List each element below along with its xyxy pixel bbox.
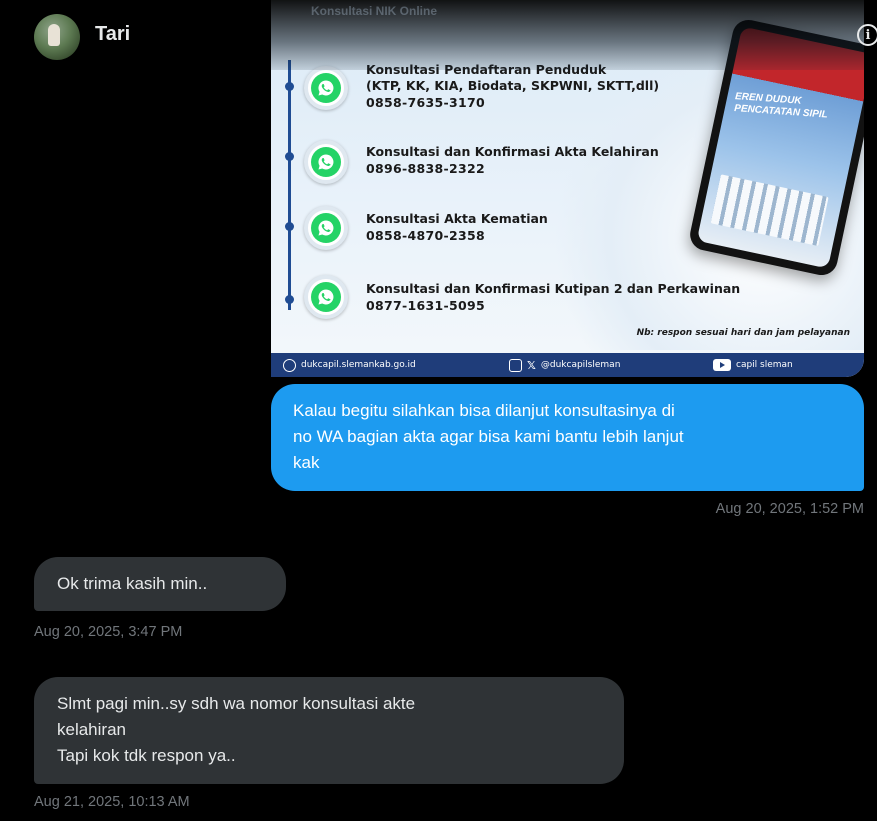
message-timestamp: Aug 20, 2025, 3:47 PM: [34, 624, 183, 640]
info-icon[interactable]: i: [857, 24, 877, 46]
whatsapp-icon: [304, 140, 348, 184]
youtube-icon: [713, 359, 731, 371]
x-logo-icon: 𝕏: [527, 358, 536, 372]
message-bubble-incoming[interactable]: Ok trima kasih min..: [34, 557, 286, 611]
avatar[interactable]: [34, 14, 80, 60]
service-item-4: Konsultasi dan Konfirmasi Kutipan 2 dan …: [366, 281, 741, 313]
message-bubble-outgoing[interactable]: Kalau begitu silahkan bisa dilanjut kons…: [271, 384, 864, 491]
poster-social-handle: @dukcapilsleman: [540, 360, 621, 370]
poster-website: dukcapil.slemankab.go.id: [301, 360, 416, 370]
poster-youtube-channel: capil sleman: [736, 360, 793, 370]
whatsapp-icon: [304, 66, 348, 110]
message-timestamp: Aug 21, 2025, 10:13 AM: [34, 794, 190, 810]
whatsapp-icon: [304, 206, 348, 250]
poster-footer: dukcapil.slemankab.go.id 𝕏 @dukcapilslem…: [271, 353, 864, 377]
conversation-header: Tari i: [0, 0, 877, 66]
poster-note: Nb: respon sesuai hari dan jam pelayanan: [636, 328, 850, 338]
service-item-2: Konsultasi dan Konfirmasi Akta Kelahiran…: [366, 144, 659, 176]
phone-screen-text: EREN DUDUK PENCATATAN SIPIL: [733, 91, 829, 121]
contact-name[interactable]: Tari: [95, 23, 130, 46]
message-timestamp: Aug 20, 2025, 1:52 PM: [715, 501, 864, 517]
whatsapp-icon: [304, 275, 348, 319]
service-item-3: Konsultasi Akta Kematian 0858-4870-2358: [366, 211, 548, 243]
instagram-icon: [509, 358, 522, 372]
message-bubble-incoming[interactable]: Slmt pagi min..sy sdh wa nomor konsultas…: [34, 677, 624, 784]
poster-timeline: [288, 60, 291, 310]
globe-icon: [283, 358, 296, 372]
